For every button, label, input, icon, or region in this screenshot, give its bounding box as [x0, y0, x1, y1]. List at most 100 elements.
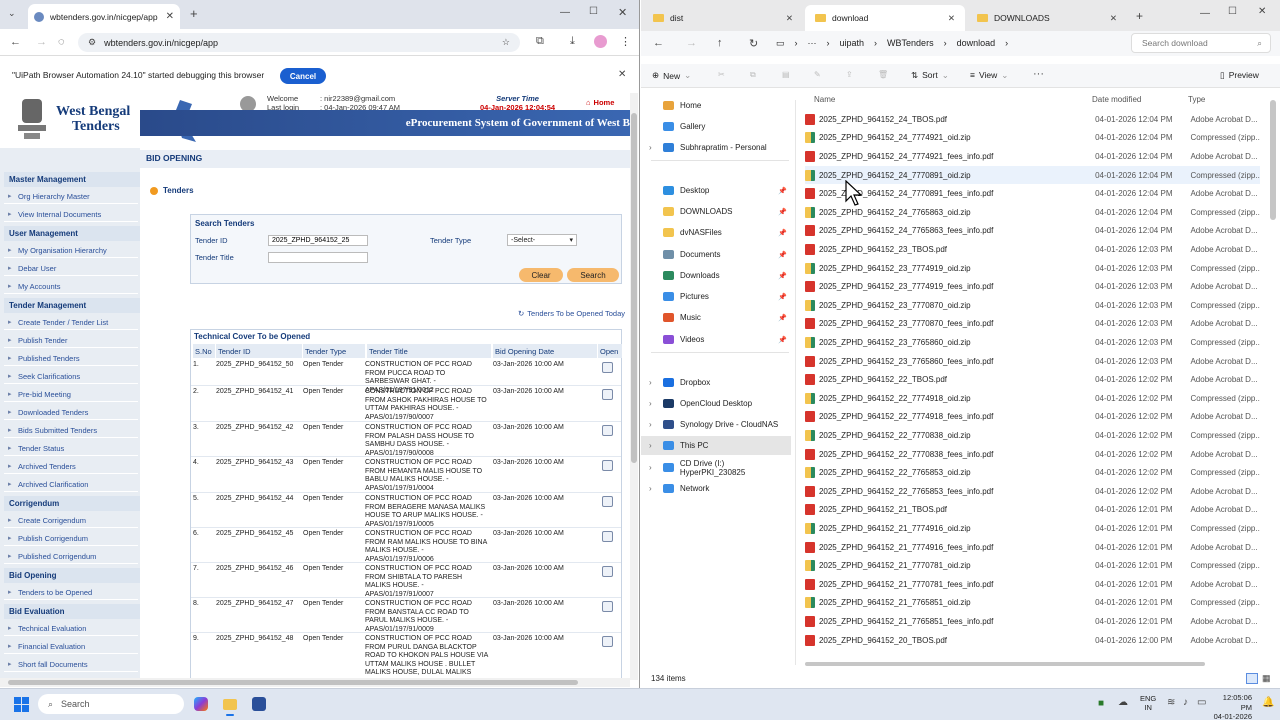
pin-icon[interactable]: 📌	[778, 314, 787, 322]
file-explorer-taskbar-icon[interactable]	[223, 699, 237, 710]
browser-tab[interactable]: wbtenders.gov.in/nicgep/app ✕	[28, 4, 180, 29]
pin-icon[interactable]: 📌	[778, 293, 787, 301]
tab-list-icon[interactable]: ⌄	[8, 8, 16, 19]
tender-id-input[interactable]	[268, 235, 368, 246]
nav-link[interactable]: Published Corrigendum	[4, 549, 138, 564]
nav-item[interactable]: › OpenCloud Desktop	[641, 394, 791, 413]
breadcrumb-download[interactable]: download	[957, 38, 996, 48]
nav-link[interactable]: Tender Status	[4, 441, 138, 456]
chevron-right-icon[interactable]: ›	[649, 399, 652, 408]
file-row[interactable]: 2025_ZPHD_964152_22_TBOS.pdf 04-01-2026 1…	[805, 370, 1260, 389]
language-indicator[interactable]: ENG IN	[1140, 694, 1156, 712]
site-brand[interactable]: West Bengal Tenders	[56, 104, 130, 134]
col-name[interactable]: Name	[814, 95, 835, 104]
share-icon[interactable]: ⇪	[846, 70, 853, 79]
file-row[interactable]: 2025_ZPHD_964152_22_7770838_oid.zip 04-01…	[805, 426, 1260, 445]
back-icon[interactable]: ←	[653, 37, 664, 49]
nav-item[interactable]: Videos 📌	[641, 330, 791, 349]
nav-item[interactable]: Desktop 📌	[641, 181, 791, 200]
taskbar-search[interactable]: ⌕ Search	[38, 694, 184, 714]
loading-icon[interactable]: ◌	[58, 36, 65, 48]
file-row[interactable]: 2025_ZPHD_964152_23_7770870_fees_info.pd…	[805, 315, 1260, 334]
new-tab-icon[interactable]: +	[1136, 9, 1143, 23]
pin-icon[interactable]: 📌	[778, 336, 787, 344]
open-tender-icon[interactable]	[602, 531, 613, 542]
open-tender-icon[interactable]	[602, 496, 613, 507]
explorer-tab-dist[interactable]: dist ✕	[643, 5, 803, 31]
forward-icon[interactable]: →	[686, 37, 697, 49]
horizontal-scrollbar[interactable]	[0, 678, 630, 687]
tender-type-select[interactable]: -Select- ▾	[507, 234, 577, 246]
nav-link[interactable]: Publish Tender	[4, 333, 138, 348]
nav-link[interactable]: Tenders to be Opened	[4, 585, 138, 600]
file-row[interactable]: 2025_ZPHD_964152_22_7770838_fees_info.pd…	[805, 445, 1260, 464]
cloud-icon[interactable]: ☁	[1118, 697, 1128, 708]
nav-link[interactable]: Short fall Documents	[4, 657, 138, 672]
nav-item[interactable]: › CD Drive (I:) HyperPKI_230825	[641, 458, 791, 477]
new-button[interactable]: ⊕ New ⌄	[652, 70, 691, 81]
open-tender-icon[interactable]	[602, 389, 613, 400]
pin-icon[interactable]: 📌	[778, 272, 787, 280]
tenders-opened-today-link[interactable]: ↻ Tenders To be Opened Today	[518, 309, 625, 318]
wifi-icon[interactable]: ≋	[1167, 697, 1175, 708]
file-row[interactable]: 2025_ZPHD_964152_23_TBOS.pdf 04-01-2026 1…	[805, 240, 1260, 259]
file-row[interactable]: 2025_ZPHD_964152_20_TBOS.pdf 04-01-2026 1…	[805, 631, 1260, 650]
new-tab-icon[interactable]: +	[190, 6, 198, 21]
forward-icon[interactable]: →	[36, 36, 47, 48]
nav-item[interactable]: Home	[641, 96, 791, 115]
open-tender-icon[interactable]	[602, 601, 613, 612]
copy-icon[interactable]: ⧉	[750, 70, 756, 80]
home-link[interactable]: ⌂ Home	[586, 98, 614, 107]
search-button[interactable]: Search	[567, 268, 619, 282]
clock[interactable]: 12:05:06 PM 04-01-2026	[1212, 693, 1252, 722]
rename-icon[interactable]: ✎	[814, 70, 821, 79]
close-infobar-icon[interactable]: ✕	[618, 69, 626, 80]
nav-link[interactable]: My Accounts	[4, 279, 138, 294]
nav-item[interactable]: Documents 📌	[641, 245, 791, 264]
file-row[interactable]: 2025_ZPHD_964152_21_7774916_fees_info.pd…	[805, 538, 1260, 557]
nav-link[interactable]: Archived Clarification	[4, 477, 138, 492]
chevron-right-icon[interactable]: ›	[649, 463, 652, 472]
open-tender-icon[interactable]	[602, 636, 613, 647]
file-row[interactable]: 2025_ZPHD_964152_23_7765860_oid.zip 04-01…	[805, 333, 1260, 352]
file-row[interactable]: 2025_ZPHD_964152_21_7765851_oid.zip 04-01…	[805, 594, 1260, 613]
nav-item[interactable]: Pictures 📌	[641, 287, 791, 306]
close-tab-icon[interactable]: ✕	[1110, 13, 1117, 24]
nav-link[interactable]: Create Tender / Tender List	[4, 315, 138, 330]
up-icon[interactable]: ↑	[717, 37, 723, 49]
site-info-icon[interactable]: ⚙	[88, 37, 96, 48]
file-row[interactable]: 2025_ZPHD_964152_24_7774921_fees_info.pd…	[805, 147, 1260, 166]
clear-button[interactable]: Clear	[519, 268, 563, 282]
menu-icon[interactable]: ⋮	[620, 35, 631, 48]
file-row[interactable]: 2025_ZPHD_964152_21_7770781_oid.zip 04-01…	[805, 556, 1260, 575]
page-scrollbar[interactable]	[630, 93, 638, 680]
maximize-icon[interactable]: ☐	[589, 6, 598, 17]
view-button[interactable]: ≡ View ⌄	[970, 70, 1008, 81]
breadcrumb-wbtenders[interactable]: WBTenders	[887, 38, 934, 48]
more-icon[interactable]: ···	[808, 38, 817, 48]
nav-item[interactable]: › Synology Drive - CloudNAS	[641, 415, 791, 434]
file-row[interactable]: 2025_ZPHD_964152_21_7774916_oid.zip 04-01…	[805, 519, 1260, 538]
battery-icon[interactable]: ▭	[1197, 697, 1206, 708]
file-row[interactable]: 2025_ZPHD_964152_21_7765851_fees_info.pd…	[805, 612, 1260, 631]
chevron-right-icon[interactable]: ›	[649, 441, 652, 450]
bookmark-star-icon[interactable]: ☆	[502, 37, 510, 48]
nav-item[interactable]: › This PC	[641, 436, 791, 455]
breadcrumb-uipath[interactable]: uipath	[840, 38, 865, 48]
volume-icon[interactable]: ♪	[1183, 697, 1188, 708]
refresh-icon[interactable]: ↻	[749, 37, 758, 50]
col-date[interactable]: Date modified	[1092, 95, 1141, 104]
tiles-view-icon[interactable]: ▦	[1262, 673, 1271, 684]
nav-link[interactable]: Seek Clarifications	[4, 369, 138, 384]
chevron-right-icon[interactable]: ›	[649, 484, 652, 493]
file-row[interactable]: 2025_ZPHD_964152_22_7765853_fees_info.pd…	[805, 482, 1260, 501]
file-row[interactable]: 2025_ZPHD_964152_24_7765863_oid.zip 04-01…	[805, 203, 1260, 222]
windows-start-icon[interactable]	[14, 697, 29, 712]
file-row[interactable]: 2025_ZPHD_964152_21_TBOS.pdf 04-01-2026 1…	[805, 501, 1260, 520]
open-tender-icon[interactable]	[602, 425, 613, 436]
nav-link[interactable]: Create Corrigendum	[4, 513, 138, 528]
delete-icon[interactable]: 🗑	[878, 70, 888, 79]
file-row[interactable]: 2025_ZPHD_964152_23_7765860_fees_info.pd…	[805, 352, 1260, 371]
cancel-debug-button[interactable]: Cancel	[280, 68, 326, 84]
preview-button[interactable]: ▯ Preview	[1220, 70, 1259, 81]
